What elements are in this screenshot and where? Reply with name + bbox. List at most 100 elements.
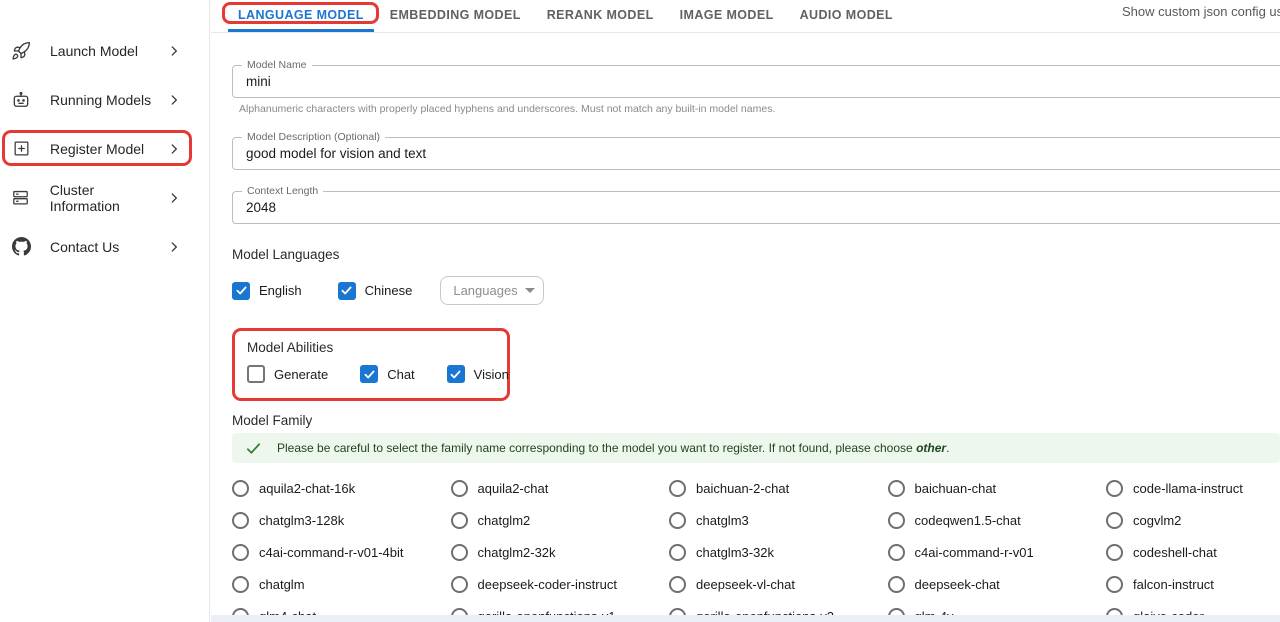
radio-chatglm[interactable]: chatglm xyxy=(232,576,451,593)
radio-falcon-instruct[interactable]: falcon-instruct xyxy=(1106,576,1280,593)
radio-aquila2-chat[interactable]: aquila2-chat xyxy=(451,480,670,497)
model-type-tabs: LANGUAGE MODEL EMBEDDING MODEL RERANK MO… xyxy=(211,0,1280,33)
model-name-input[interactable] xyxy=(246,74,1280,89)
languages-select[interactable]: Languages xyxy=(440,276,544,305)
sidebar-item-contact-us[interactable]: Contact Us xyxy=(0,222,209,271)
chevron-right-icon xyxy=(167,44,181,58)
radio-chatglm2-32k[interactable]: chatglm2-32k xyxy=(451,544,670,561)
context-length-input[interactable] xyxy=(246,200,1280,215)
radio-label: aquila2-chat-16k xyxy=(259,481,355,496)
model-family-alert-text: Please be careful to select the family n… xyxy=(277,441,949,455)
radio-deepseek-vl-chat[interactable]: deepseek-vl-chat xyxy=(669,576,888,593)
radio-label: c4ai-command-r-v01 xyxy=(915,545,1034,560)
robot-icon xyxy=(10,89,32,111)
model-abilities-section: Model Abilities Generate Chat xyxy=(232,328,510,401)
radio-icon xyxy=(451,480,468,497)
model-description-input[interactable] xyxy=(246,146,1280,161)
rocket-icon xyxy=(10,40,32,62)
model-languages-title: Model Languages xyxy=(232,247,1280,262)
radio-chatglm3[interactable]: chatglm3 xyxy=(669,512,888,529)
radio-label: chatglm3 xyxy=(696,513,749,528)
tab-language-model[interactable]: LANGUAGE MODEL xyxy=(228,0,374,32)
radio-baichuan-2-chat[interactable]: baichuan-2-chat xyxy=(669,480,888,497)
radio-cogvlm2[interactable]: cogvlm2 xyxy=(1106,512,1280,529)
tab-embedding-model[interactable]: EMBEDDING MODEL xyxy=(380,0,531,32)
radio-icon xyxy=(1106,480,1123,497)
radio-icon xyxy=(888,576,905,593)
checkbox-label: Generate xyxy=(274,367,328,382)
radio-label: cogvlm2 xyxy=(1133,513,1181,528)
radio-label: code-llama-instruct xyxy=(1133,481,1243,496)
alert-main-text: Please be careful to select the family n… xyxy=(277,441,913,455)
radio-deepseek-chat[interactable]: deepseek-chat xyxy=(888,576,1107,593)
dropdown-caret-icon xyxy=(525,288,535,293)
radio-label: baichuan-2-chat xyxy=(696,481,789,496)
model-family-title: Model Family xyxy=(232,413,1280,428)
radio-label: codeshell-chat xyxy=(1133,545,1217,560)
checkbox-checked-icon xyxy=(360,365,378,383)
github-icon xyxy=(10,236,32,258)
radio-aquila2-chat-16k[interactable]: aquila2-chat-16k xyxy=(232,480,451,497)
radio-label: deepseek-vl-chat xyxy=(696,577,795,592)
radio-label: deepseek-coder-instruct xyxy=(478,577,617,592)
model-name-field: Model Name xyxy=(232,65,1280,98)
radio-icon xyxy=(669,480,686,497)
radio-codeqwen1.5-chat[interactable]: codeqwen1.5-chat xyxy=(888,512,1107,529)
chevron-right-icon xyxy=(167,93,181,107)
checkbox-label: Vision xyxy=(474,367,509,382)
checkbox-chat[interactable]: Chat xyxy=(360,365,414,383)
radio-icon xyxy=(669,576,686,593)
languages-select-value: Languages xyxy=(453,283,525,298)
sidebar-item-label: Cluster Information xyxy=(50,182,167,214)
checkbox-english[interactable]: English xyxy=(232,282,302,300)
radio-icon xyxy=(232,544,249,561)
sidebar-item-cluster-information[interactable]: Cluster Information xyxy=(0,173,209,222)
model-abilities-row: Generate Chat Vision xyxy=(247,365,507,383)
sidebar-item-register-model[interactable]: Register Model xyxy=(0,124,209,173)
alert-emphasis-text: other xyxy=(916,441,946,455)
radio-chatglm2[interactable]: chatglm2 xyxy=(451,512,670,529)
radio-label: c4ai-command-r-v01-4bit xyxy=(259,545,404,560)
radio-icon xyxy=(451,544,468,561)
checkbox-chinese[interactable]: Chinese xyxy=(338,282,413,300)
radio-label: codeqwen1.5-chat xyxy=(915,513,1021,528)
check-icon xyxy=(245,440,262,457)
sidebar-item-label: Running Models xyxy=(50,92,151,108)
context-length-label: Context Length xyxy=(242,186,323,197)
radio-icon xyxy=(888,480,905,497)
chevron-right-icon xyxy=(167,240,181,254)
tab-image-model[interactable]: IMAGE MODEL xyxy=(670,0,784,32)
model-description-label: Model Description (Optional) xyxy=(242,132,385,143)
radio-label: chatglm2-32k xyxy=(478,545,556,560)
checkbox-checked-icon xyxy=(338,282,356,300)
radio-chatglm3-128k[interactable]: chatglm3-128k xyxy=(232,512,451,529)
radio-c4ai-command-r-v01-4bit[interactable]: c4ai-command-r-v01-4bit xyxy=(232,544,451,561)
context-length-field: Context Length xyxy=(232,191,1280,224)
radio-icon xyxy=(888,512,905,529)
radio-chatglm3-32k[interactable]: chatglm3-32k xyxy=(669,544,888,561)
checkbox-label: Chinese xyxy=(365,283,413,298)
tab-audio-model[interactable]: AUDIO MODEL xyxy=(790,0,903,32)
model-name-helper-text: Alphanumeric characters with properly pl… xyxy=(232,103,1280,115)
checkbox-checked-icon xyxy=(232,282,250,300)
model-languages-row: English Chinese Languages xyxy=(232,276,1280,305)
radio-code-llama-instruct[interactable]: code-llama-instruct xyxy=(1106,480,1280,497)
model-family-alert: Please be careful to select the family n… xyxy=(232,433,1280,463)
sidebar-item-launch-model[interactable]: Launch Model xyxy=(0,26,209,75)
radio-label: falcon-instruct xyxy=(1133,577,1214,592)
checkbox-generate[interactable]: Generate xyxy=(247,365,328,383)
checkbox-unchecked-icon xyxy=(247,365,265,383)
radio-baichuan-chat[interactable]: baichuan-chat xyxy=(888,480,1107,497)
radio-icon xyxy=(451,576,468,593)
radio-deepseek-coder-instruct[interactable]: deepseek-coder-instruct xyxy=(451,576,670,593)
tab-rerank-model[interactable]: RERANK MODEL xyxy=(537,0,664,32)
radio-icon xyxy=(1106,512,1123,529)
checkbox-vision[interactable]: Vision xyxy=(447,365,509,383)
radio-icon xyxy=(1106,576,1123,593)
sidebar-item-label: Launch Model xyxy=(50,43,138,59)
radio-c4ai-command-r-v01[interactable]: c4ai-command-r-v01 xyxy=(888,544,1107,561)
checkbox-label: English xyxy=(259,283,302,298)
sidebar-item-running-models[interactable]: Running Models xyxy=(0,75,209,124)
radio-label: baichuan-chat xyxy=(915,481,997,496)
radio-codeshell-chat[interactable]: codeshell-chat xyxy=(1106,544,1280,561)
